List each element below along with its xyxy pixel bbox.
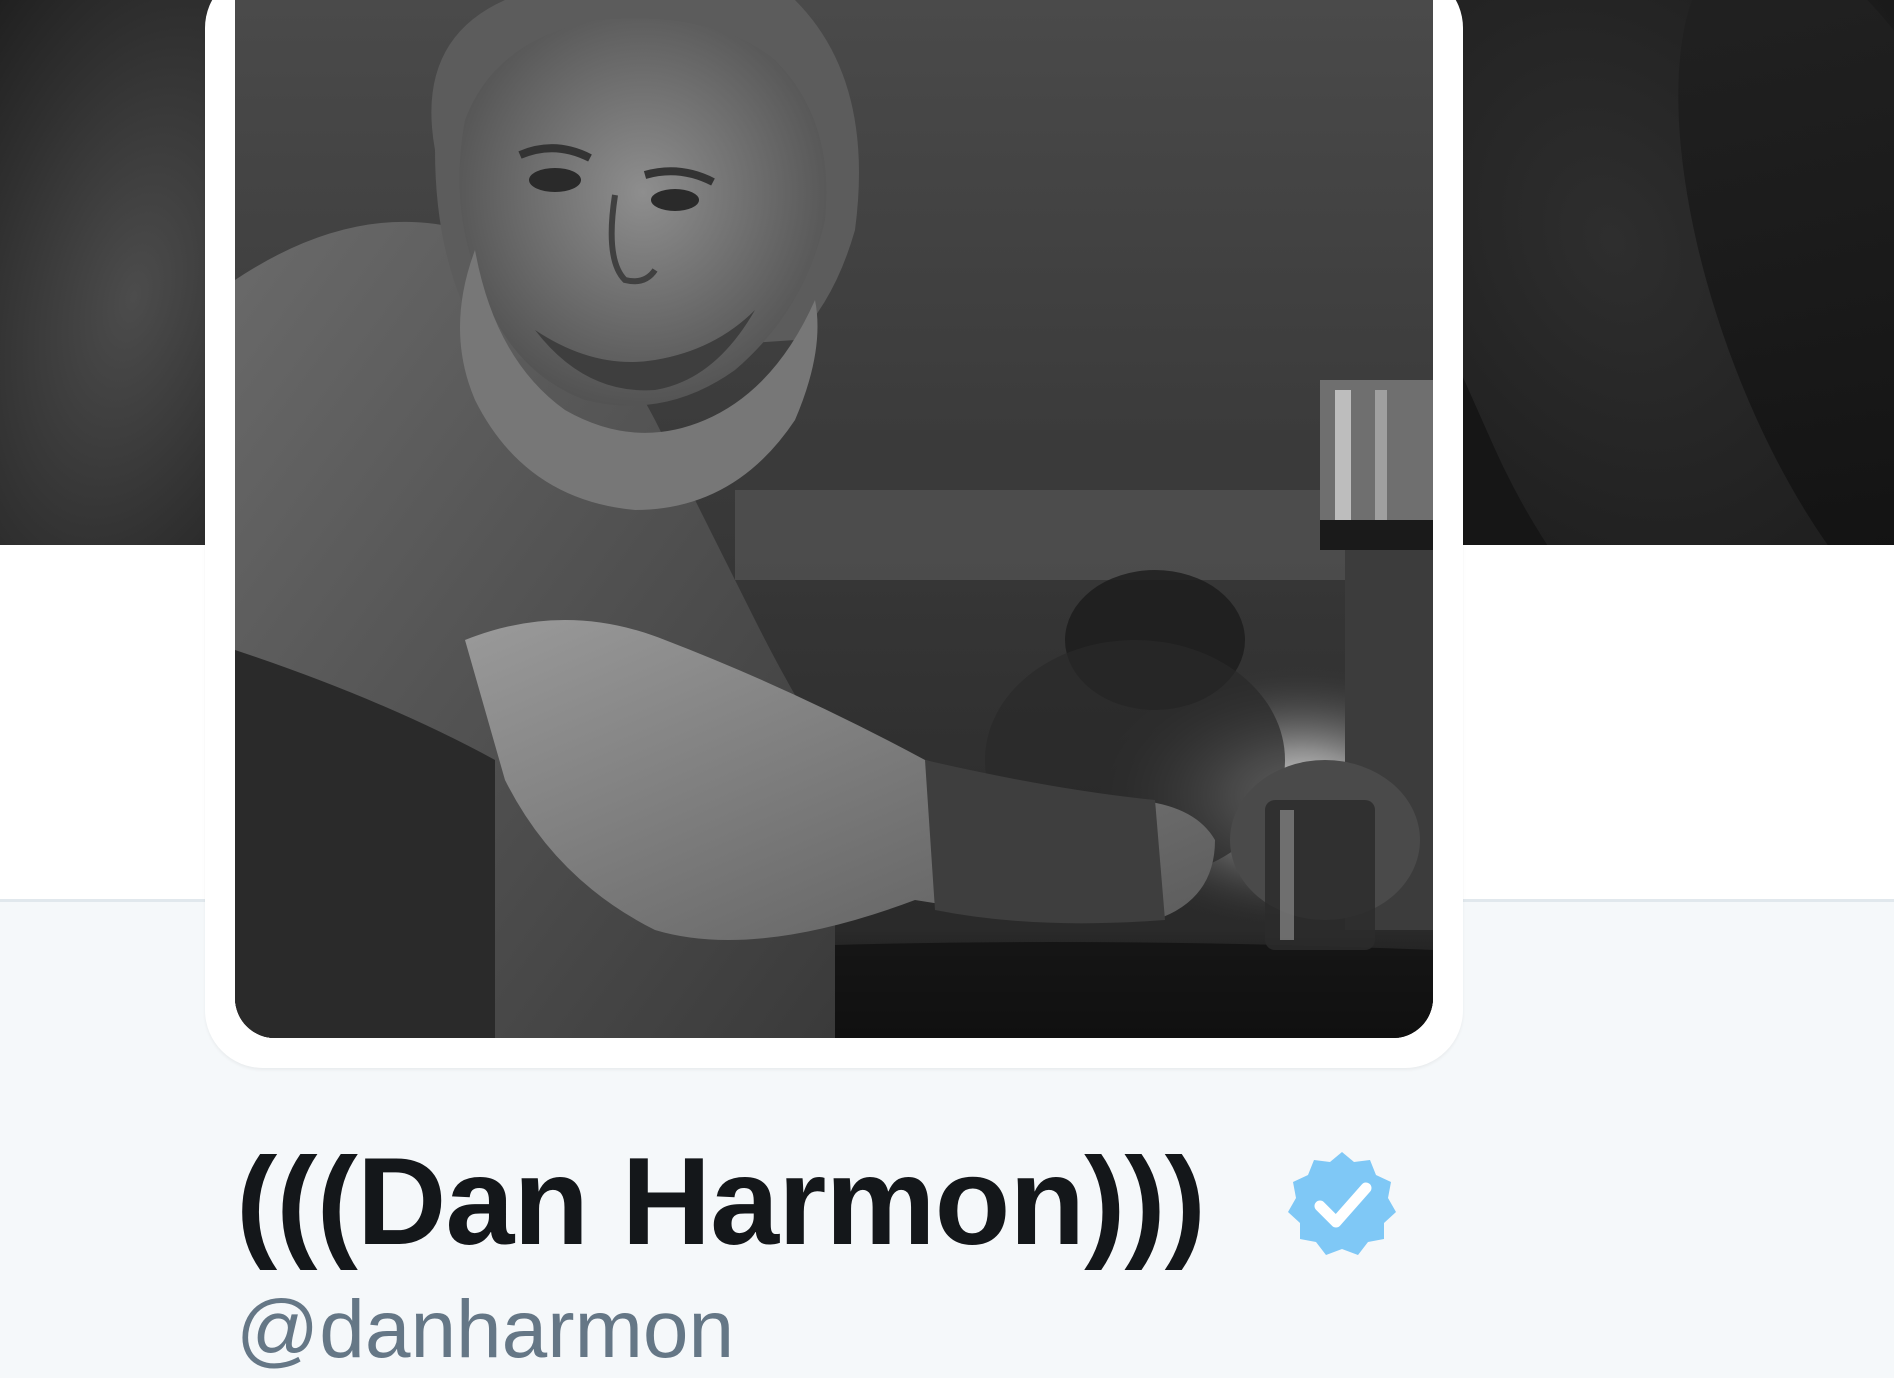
avatar-photo <box>235 0 1433 1038</box>
screen-name[interactable]: @danharmon <box>236 1282 734 1378</box>
avatar[interactable] <box>235 0 1433 1038</box>
profile-name[interactable]: (((Dan Harmon))) <box>236 1132 1206 1272</box>
verified-badge-icon <box>1286 1148 1398 1260</box>
